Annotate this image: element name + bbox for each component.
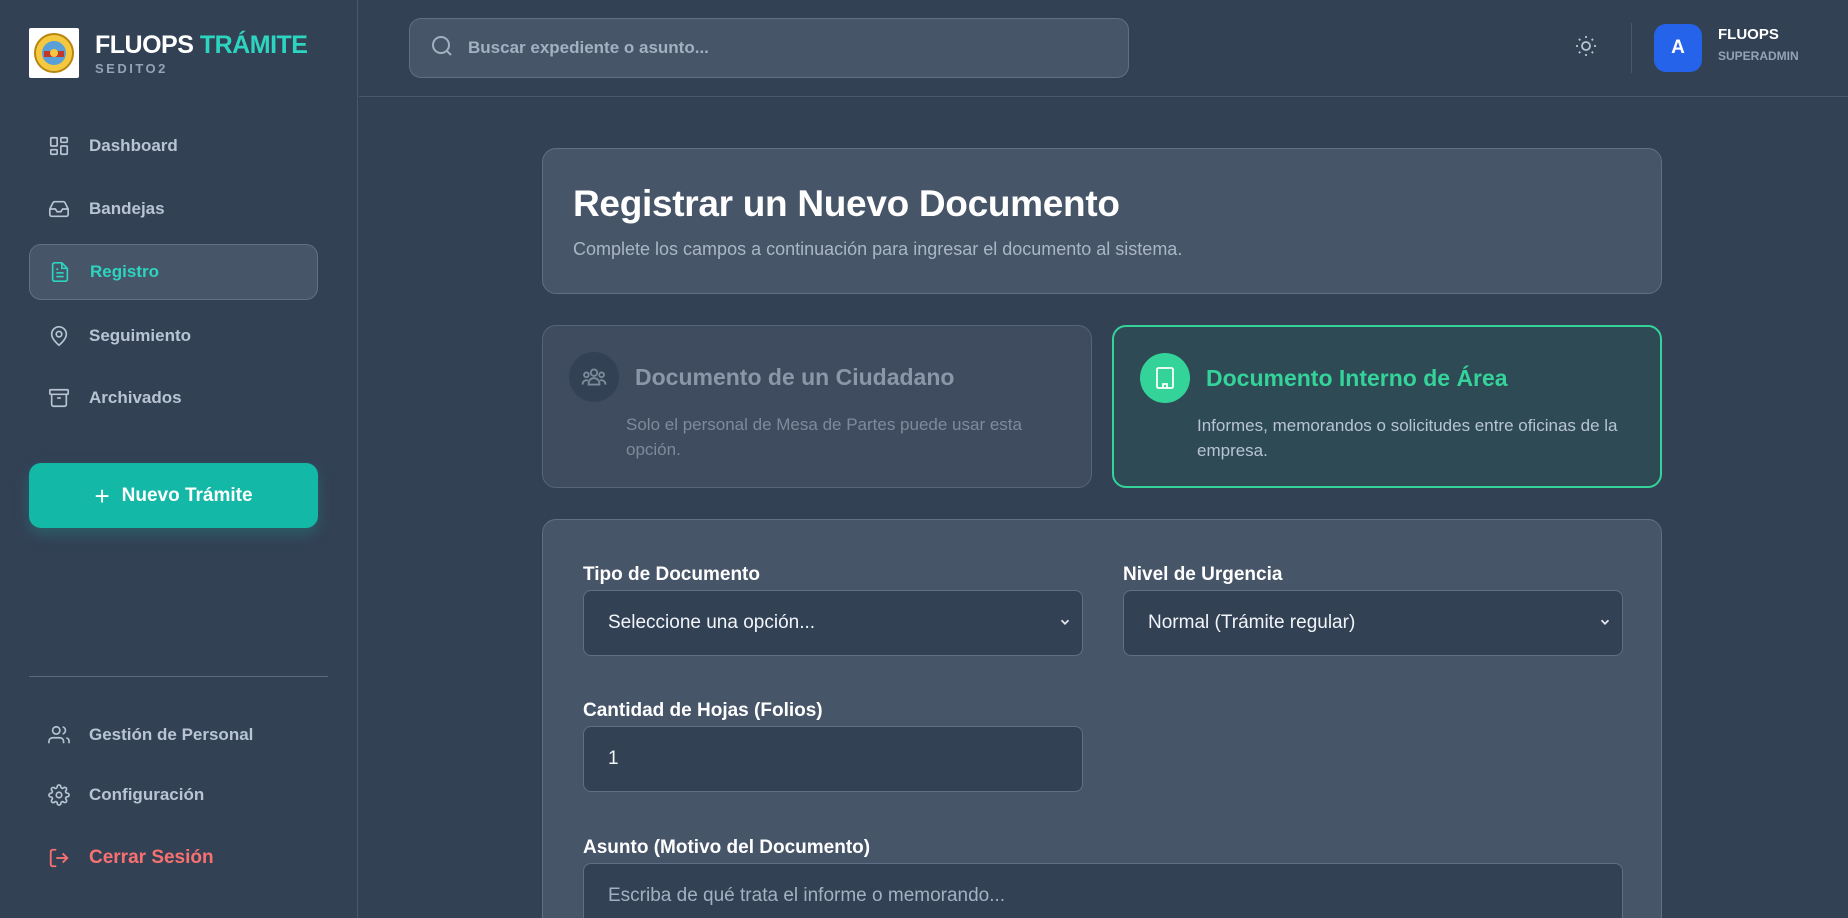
sidebar-item-bandejas[interactable]: Bandejas bbox=[29, 181, 318, 237]
brand-title: FLUOPS TRÁMITE bbox=[95, 30, 308, 59]
inbox-icon bbox=[47, 197, 71, 221]
sidebar-item-label: Configuración bbox=[89, 785, 205, 804]
document-icon bbox=[48, 260, 72, 284]
logout-icon bbox=[47, 846, 71, 870]
dashboard-icon bbox=[47, 134, 71, 158]
option-title: Documento Interno de Área bbox=[1206, 364, 1508, 391]
avatar[interactable]: A bbox=[1654, 24, 1702, 72]
tipo-documento-select[interactable]: Seleccione una opción... bbox=[583, 590, 1083, 656]
users-icon bbox=[47, 723, 71, 747]
brand: FLUOPS TRÁMITE SEDITO2 bbox=[29, 28, 308, 78]
sidebar-item-archivados[interactable]: Archivados bbox=[29, 370, 318, 426]
logo bbox=[29, 28, 79, 78]
building-icon bbox=[1140, 353, 1190, 403]
brand-subtitle: SEDITO2 bbox=[95, 60, 168, 76]
header-divider bbox=[1631, 23, 1632, 73]
sidebar-divider bbox=[29, 676, 328, 677]
top-header: A FLUOPS SUPERADMIN bbox=[359, 0, 1848, 97]
search-bar[interactable] bbox=[409, 18, 1129, 78]
logout-label: Cerrar Sesión bbox=[89, 847, 214, 868]
new-tramite-label: Nuevo Trámite bbox=[121, 484, 253, 506]
search-icon bbox=[430, 34, 454, 63]
map-pin-icon bbox=[47, 324, 71, 348]
new-tramite-button[interactable]: + Nuevo Trámite bbox=[29, 463, 318, 528]
urgencia-value: Normal (Trámite regular) bbox=[1148, 612, 1356, 633]
asunto-label: Asunto (Motivo del Documento) bbox=[583, 837, 871, 858]
asunto-placeholder: Escriba de qué trata el informe o memora… bbox=[608, 885, 1006, 906]
sidebar-item-label: Dashboard bbox=[89, 136, 178, 155]
sidebar-item-configuracion[interactable]: Configuración bbox=[29, 767, 318, 823]
people-icon bbox=[569, 352, 619, 402]
sidebar-item-seguimiento[interactable]: Seguimiento bbox=[29, 308, 318, 364]
tipo-documento-label: Tipo de Documento bbox=[583, 564, 760, 585]
sidebar-item-label: Archivados bbox=[89, 388, 182, 407]
urgencia-label: Nivel de Urgencia bbox=[1123, 564, 1283, 585]
hojas-input[interactable]: 1 bbox=[583, 726, 1083, 792]
user-name: FLUOPS bbox=[1718, 26, 1779, 43]
sidebar-item-registro[interactable]: Registro bbox=[29, 244, 318, 300]
user-role: SUPERADMIN bbox=[1718, 49, 1799, 63]
gear-icon bbox=[47, 783, 71, 807]
plus-icon: + bbox=[94, 480, 110, 511]
chevron-down-icon bbox=[1598, 615, 1612, 632]
option-card-interno[interactable]: Documento Interno de Área Informes, memo… bbox=[1112, 325, 1662, 488]
page-subtitle: Complete los campos a continuación para … bbox=[573, 239, 1183, 259]
theme-toggle-button[interactable] bbox=[1571, 33, 1601, 63]
asunto-textarea[interactable]: Escriba de qué trata el informe o memora… bbox=[583, 863, 1623, 918]
sidebar: FLUOPS TRÁMITE SEDITO2 Dashboard Bandeja… bbox=[0, 0, 358, 918]
sidebar-item-dashboard[interactable]: Dashboard bbox=[29, 118, 318, 174]
sidebar-item-label: Gestión de Personal bbox=[89, 725, 254, 744]
hojas-value: 1 bbox=[608, 748, 619, 769]
option-description: Informes, memorandos o solicitudes entre… bbox=[1197, 416, 1618, 460]
search-input[interactable] bbox=[468, 38, 1088, 58]
archive-icon bbox=[47, 386, 71, 410]
urgencia-select[interactable]: Normal (Trámite regular) bbox=[1123, 590, 1623, 656]
logout-button[interactable]: Cerrar Sesión bbox=[29, 830, 318, 886]
sidebar-item-label: Bandejas bbox=[89, 199, 165, 218]
chevron-down-icon bbox=[1058, 615, 1072, 632]
document-form: Tipo de Documento Seleccione una opción.… bbox=[542, 519, 1662, 918]
sun-icon bbox=[1574, 34, 1598, 63]
hojas-label: Cantidad de Hojas (Folios) bbox=[583, 700, 823, 721]
sidebar-item-label: Registro bbox=[90, 262, 159, 281]
tipo-documento-value: Seleccione una opción... bbox=[608, 612, 816, 633]
page-title: Registrar un Nuevo Documento bbox=[573, 183, 1120, 224]
option-title: Documento de un Ciudadano bbox=[635, 363, 955, 390]
sidebar-item-label: Seguimiento bbox=[89, 326, 192, 345]
sidebar-item-gestion-personal[interactable]: Gestión de Personal bbox=[29, 707, 318, 763]
option-card-ciudadano[interactable]: Documento de un Ciudadano Solo el person… bbox=[542, 325, 1092, 488]
page-header-card: Registrar un Nuevo Documento Complete lo… bbox=[542, 148, 1662, 294]
option-description: Solo el personal de Mesa de Partes puede… bbox=[626, 415, 1022, 459]
